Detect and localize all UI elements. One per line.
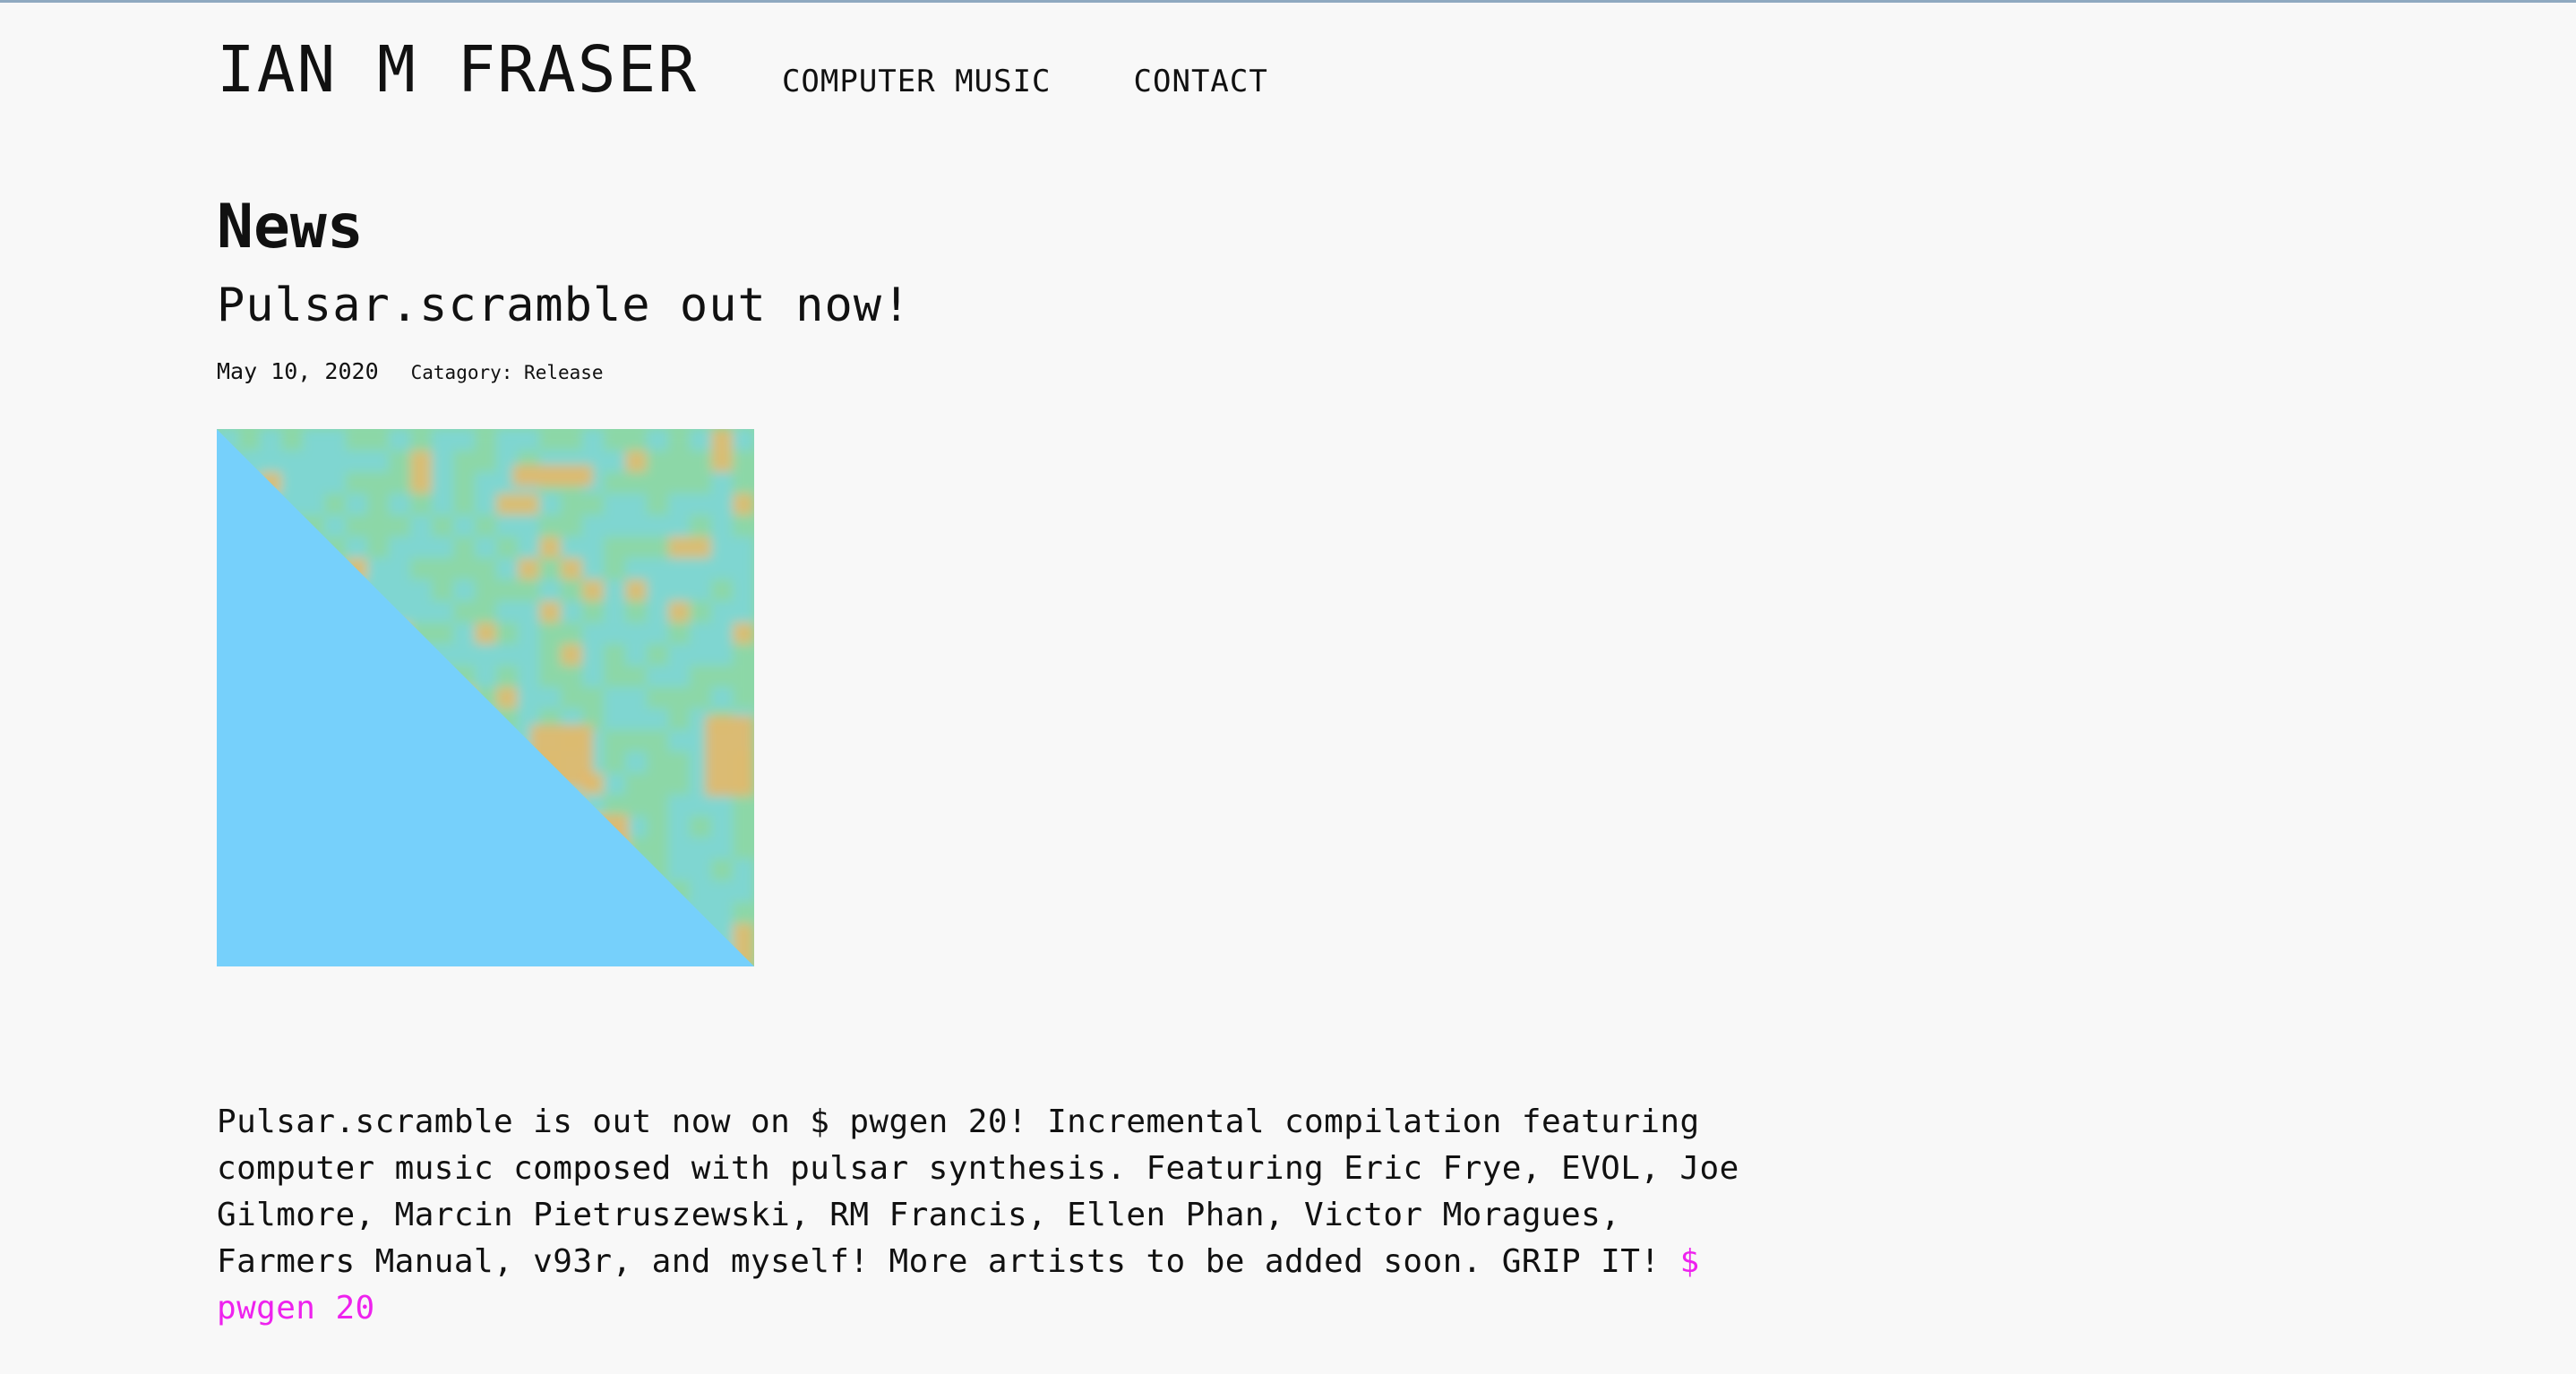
nav-item-computer-music[interactable]: COMPUTER MUSIC [782,64,1052,99]
site-header: IAN M FRASER COMPUTER MUSIC CONTACT [217,32,1351,122]
post-body: Pulsar.scramble is out now on $ pwgen 20… [217,1099,1757,1332]
post-body-text: Pulsar.scramble is out now on $ pwgen 20… [217,1103,1739,1280]
post-category: Catagory: Release [410,361,604,383]
post-date: May 10, 2020 [217,357,379,384]
main-nav: COMPUTER MUSIC CONTACT [782,64,1351,99]
main-content: News Pulsar.scramble out now! May 10, 20… [217,197,1757,1364]
cover-art-image [217,428,754,966]
page-title: News [217,192,364,262]
post-title[interactable]: Pulsar.scramble out now! [217,279,1757,333]
site-title-link[interactable]: IAN M FRASER [217,32,698,107]
news-post: Pulsar.scramble out now! May 10, 2020 Ca… [217,279,1757,1332]
nav-item-contact[interactable]: CONTACT [1134,64,1268,99]
top-border [0,0,2576,3]
post-meta: May 10, 2020 Catagory: Release [217,358,1757,384]
